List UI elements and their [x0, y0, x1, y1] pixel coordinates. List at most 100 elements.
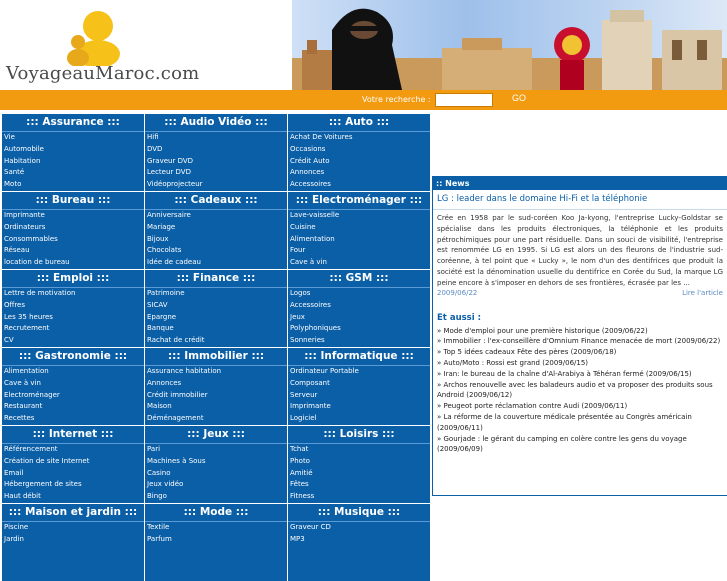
category-link[interactable]: Graveur CD: [288, 522, 430, 534]
category-link[interactable]: Ordinateurs: [2, 222, 144, 234]
category-link[interactable]: Photo: [288, 456, 430, 468]
category-link[interactable]: Four: [288, 245, 430, 257]
category-link[interactable]: Annonces: [145, 378, 287, 390]
category-title[interactable]: ::: Immobilier :::: [145, 348, 287, 366]
category-title[interactable]: ::: Assurance :::: [2, 114, 144, 132]
category-link[interactable]: Ordinateur Portable: [288, 366, 430, 378]
site-logo[interactable]: VoyageauMaroc.com: [6, 63, 199, 84]
category-link[interactable]: Offres: [2, 300, 144, 312]
category-link[interactable]: Recrutement: [2, 323, 144, 335]
category-link[interactable]: Lettre de motivation: [2, 288, 144, 300]
category-link[interactable]: DVD: [145, 144, 287, 156]
category-link[interactable]: Imprimante: [2, 210, 144, 222]
category-link[interactable]: Jeux: [288, 312, 430, 324]
category-title[interactable]: ::: Internet :::: [2, 426, 144, 444]
also-news-link[interactable]: » Archos renouvelle avec les baladeurs a…: [437, 380, 723, 402]
category-link[interactable]: Déménagement: [145, 413, 287, 425]
category-title[interactable]: ::: Cadeaux :::: [145, 192, 287, 210]
search-input[interactable]: [435, 93, 493, 107]
category-link[interactable]: Consommables: [2, 234, 144, 246]
category-link[interactable]: Piscine: [2, 522, 144, 534]
category-title[interactable]: ::: Audio Vidéo :::: [145, 114, 287, 132]
category-link[interactable]: Tchat: [288, 444, 430, 456]
category-link[interactable]: Epargne: [145, 312, 287, 324]
category-link[interactable]: Jeux vidéo: [145, 479, 287, 491]
category-link[interactable]: Occasions: [288, 144, 430, 156]
category-link[interactable]: Référencement: [2, 444, 144, 456]
also-news-link[interactable]: » Gourjade : le gérant du camping en col…: [437, 434, 723, 456]
category-link[interactable]: SICAV: [145, 300, 287, 312]
category-link[interactable]: Alimentation: [2, 366, 144, 378]
category-link[interactable]: Création de site Internet: [2, 456, 144, 468]
category-link[interactable]: Anniversaire: [145, 210, 287, 222]
search-go-button[interactable]: GO: [512, 93, 526, 103]
category-link[interactable]: Cuisine: [288, 222, 430, 234]
category-link[interactable]: Chocolats: [145, 245, 287, 257]
news-headline-link[interactable]: LG : leader dans le domaine Hi-Fi et la …: [433, 190, 727, 210]
category-link[interactable]: Réseau: [2, 245, 144, 257]
category-title[interactable]: ::: Mode :::: [145, 504, 287, 522]
category-title[interactable]: ::: Auto :::: [288, 114, 430, 132]
category-link[interactable]: Fêtes: [288, 479, 430, 491]
category-link[interactable]: Composant: [288, 378, 430, 390]
category-link[interactable]: Lecteur DVD: [145, 167, 287, 179]
category-link[interactable]: Cave à vin: [2, 378, 144, 390]
also-news-link[interactable]: » Peugeot porte réclamation contre Audi …: [437, 401, 723, 412]
category-title[interactable]: ::: Loisirs :::: [288, 426, 430, 444]
category-link[interactable]: Assurance habitation: [145, 366, 287, 378]
category-link[interactable]: Textile: [145, 522, 287, 534]
category-title[interactable]: ::: Jeux :::: [145, 426, 287, 444]
category-link[interactable]: Fitness: [288, 491, 430, 503]
category-link[interactable]: Lave-vaisselle: [288, 210, 430, 222]
category-link[interactable]: Idée de cadeau: [145, 257, 287, 269]
category-link[interactable]: Crédit Auto: [288, 156, 430, 168]
category-link[interactable]: Casino: [145, 468, 287, 480]
also-news-link[interactable]: » Mode d'emploi pour une première histor…: [437, 326, 723, 337]
category-title[interactable]: ::: Emploi :::: [2, 270, 144, 288]
category-title[interactable]: ::: Gastronomie :::: [2, 348, 144, 366]
category-link[interactable]: Haut débit: [2, 491, 144, 503]
also-news-link[interactable]: » Immobilier : l'ex-conseillère d'Omnium…: [437, 336, 723, 347]
category-link[interactable]: Hifi: [145, 132, 287, 144]
category-link[interactable]: location de bureau: [2, 257, 144, 269]
category-link[interactable]: Alimentation: [288, 234, 430, 246]
category-link[interactable]: Email: [2, 468, 144, 480]
category-link[interactable]: Machines à Sous: [145, 456, 287, 468]
category-link[interactable]: Logos: [288, 288, 430, 300]
category-link[interactable]: Vidéoprojecteur: [145, 179, 287, 191]
category-link[interactable]: Amitié: [288, 468, 430, 480]
category-link[interactable]: Banque: [145, 323, 287, 335]
category-link[interactable]: Jardin: [2, 534, 144, 546]
category-link[interactable]: Polyphoniques: [288, 323, 430, 335]
read-article-link[interactable]: Lire l'article: [682, 289, 723, 297]
category-link[interactable]: Accessoires: [288, 300, 430, 312]
category-link[interactable]: Annonces: [288, 167, 430, 179]
category-link[interactable]: Imprimante: [288, 401, 430, 413]
category-link[interactable]: Les 35 heures: [2, 312, 144, 324]
also-news-link[interactable]: » Iran: le bureau de la chaîne d'Al-Arab…: [437, 369, 723, 380]
category-link[interactable]: Cave à vin: [288, 257, 430, 269]
category-title[interactable]: ::: Electroménager :::: [288, 192, 430, 210]
category-link[interactable]: Sonneries: [288, 335, 430, 347]
category-link[interactable]: Parfum: [145, 534, 287, 546]
category-link[interactable]: Logiciel: [288, 413, 430, 425]
category-link[interactable]: Bijoux: [145, 234, 287, 246]
category-link[interactable]: Pari: [145, 444, 287, 456]
category-link[interactable]: Hébergement de sites: [2, 479, 144, 491]
category-link[interactable]: Restaurant: [2, 401, 144, 413]
category-title[interactable]: ::: Bureau :::: [2, 192, 144, 210]
category-link[interactable]: Mariage: [145, 222, 287, 234]
category-link[interactable]: Patrimoine: [145, 288, 287, 300]
category-link[interactable]: Santé: [2, 167, 144, 179]
category-link[interactable]: Achat De Voitures: [288, 132, 430, 144]
also-news-link[interactable]: » Auto/Moto : Rossi est grand (2009/06/1…: [437, 358, 723, 369]
category-link[interactable]: Recettes: [2, 413, 144, 425]
category-link[interactable]: Rachat de crédit: [145, 335, 287, 347]
category-link[interactable]: Automobile: [2, 144, 144, 156]
category-link[interactable]: Vie: [2, 132, 144, 144]
category-link[interactable]: Bingo: [145, 491, 287, 503]
category-link[interactable]: Crédit immobilier: [145, 390, 287, 402]
category-title[interactable]: ::: GSM :::: [288, 270, 430, 288]
also-news-link[interactable]: » Top 5 idées cadeaux Fête des pères (20…: [437, 347, 723, 358]
category-link[interactable]: Accessoires: [288, 179, 430, 191]
